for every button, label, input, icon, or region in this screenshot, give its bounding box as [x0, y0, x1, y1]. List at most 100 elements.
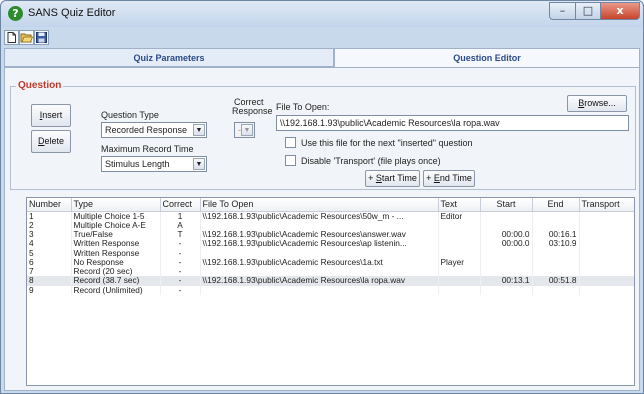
cell-start: 00:00.0 — [480, 239, 533, 249]
open-folder-icon — [20, 33, 33, 43]
cell-correct: - — [160, 257, 201, 267]
cell-correct: A — [160, 220, 201, 230]
cell-text — [438, 229, 481, 240]
cell-number: 6 — [27, 257, 72, 267]
cell-start — [480, 266, 533, 277]
table-row[interactable]: 5 Written Response - — [27, 248, 634, 258]
cell-number: 1 — [27, 211, 72, 221]
cell-number: 3 — [27, 229, 72, 240]
cell-file: \\192.168.1.93\public\Academic Resources… — [200, 257, 439, 267]
cell-type: Written Response — [71, 239, 161, 249]
column-header-text[interactable]: Text — [438, 198, 481, 212]
table-row[interactable]: 1 Multiple Choice 1-5 1 \\192.168.1.93\publ… — [27, 211, 634, 221]
chevron-down-icon[interactable]: ▼ — [241, 124, 253, 136]
file-path-input[interactable]: \\192.168.1.93\public\Academic Resources… — [276, 115, 629, 131]
new-document-button[interactable] — [4, 30, 19, 45]
cell-type: True/False — [71, 229, 161, 240]
maximize-button[interactable]: □ — [575, 2, 601, 20]
cell-end — [532, 248, 580, 258]
cell-text — [438, 239, 481, 249]
end-time-button[interactable]: + End Time — [423, 170, 475, 187]
disable-transport-checkbox[interactable] — [285, 155, 296, 166]
start-time-button[interactable]: + Start Time — [365, 170, 420, 187]
cell-correct: - — [160, 285, 201, 295]
cell-type: Written Response — [71, 248, 161, 258]
use-file-next-label: Use this file for the next "inserted" qu… — [301, 138, 473, 148]
cell-end — [532, 285, 580, 295]
cell-number: 2 — [27, 220, 72, 230]
cell-transport — [579, 257, 634, 267]
column-header-correct[interactable]: Correct — [160, 198, 201, 212]
insert-button[interactable]: Insert — [31, 104, 71, 127]
cell-transport — [579, 276, 634, 286]
question-type-select[interactable]: Recorded Response ▼ — [101, 122, 207, 138]
cell-correct: 1 — [160, 211, 201, 221]
column-header-transport[interactable]: Transport — [579, 198, 634, 212]
cell-text: Editor — [438, 211, 481, 221]
close-button[interactable]: x — [600, 2, 640, 20]
cell-start — [480, 285, 533, 295]
cell-type: Record (Unlimited) — [71, 285, 161, 295]
table-row[interactable]: 8 Record (38.7 sec) - \\192.168.1.93\public… — [27, 276, 634, 286]
title-bar[interactable]: ? SANS Quiz Editor – □ x — [1, 1, 643, 27]
chevron-down-icon[interactable]: ▼ — [193, 158, 205, 170]
cell-correct: - — [160, 248, 201, 258]
browse-label: rowse... — [584, 98, 616, 108]
start-time-prefix: + — [368, 173, 376, 183]
table-row[interactable]: 7 Record (20 sec) - — [27, 266, 634, 277]
delete-label: elete — [44, 136, 65, 146]
question-mark-icon: ? — [8, 6, 23, 21]
cell-end — [532, 266, 580, 277]
max-record-time-select[interactable]: Stimulus Length ▼ — [101, 156, 207, 172]
start-time-label: tart Time — [381, 173, 417, 183]
column-header-type[interactable]: Type — [71, 198, 161, 212]
cell-end: 00:16.1 — [532, 229, 580, 240]
cell-type: No Response — [71, 257, 161, 267]
open-button[interactable] — [19, 30, 34, 45]
quiz-editor-window: ? SANS Quiz Editor – □ x Quiz Parameters… — [0, 0, 644, 394]
cell-type: Multiple Choice 1-5 — [71, 211, 161, 221]
cell-transport — [579, 285, 634, 295]
question-group-title: Question — [16, 80, 64, 91]
end-time-prefix: + — [426, 173, 434, 183]
minimize-button[interactable]: – — [549, 2, 576, 20]
cell-end — [532, 220, 580, 230]
correct-response-select[interactable]: - ▼ — [234, 122, 255, 138]
column-header-number[interactable]: Number — [27, 198, 72, 212]
cell-transport — [579, 229, 634, 240]
file-to-open-label: File To Open: — [276, 102, 330, 112]
table-row[interactable]: 2 Multiple Choice A-E A — [27, 220, 634, 230]
table-row[interactable]: 6 No Response - \\192.168.1.93\public\Acade… — [27, 257, 634, 267]
cell-number: 8 — [27, 276, 72, 286]
cell-file — [200, 285, 439, 295]
question-type-value: Recorded Response — [105, 125, 188, 135]
chevron-down-icon[interactable]: ▼ — [193, 124, 205, 136]
cell-transport — [579, 239, 634, 249]
questions-table[interactable]: Number Type Correct File To Open Text St… — [26, 197, 635, 386]
cell-text: Player — [438, 257, 481, 267]
column-header-end[interactable]: End — [532, 198, 580, 212]
insert-label: nsert — [42, 110, 63, 120]
table-row[interactable]: 3 True/False T \\192.168.1.93\public\Academ… — [27, 229, 634, 240]
cell-text — [438, 248, 481, 258]
disable-transport-label: Disable 'Transport' (file plays once) — [301, 156, 441, 166]
delete-button[interactable]: Delete — [31, 130, 71, 153]
new-document-icon — [7, 32, 16, 43]
tab-question-editor[interactable]: Question Editor — [334, 48, 640, 67]
cell-correct: T — [160, 229, 201, 240]
use-file-next-checkbox[interactable] — [285, 137, 296, 148]
cell-number: 7 — [27, 266, 72, 277]
table-row[interactable]: 4 Written Response - \\192.168.1.93\public\… — [27, 239, 634, 249]
table-header-row: Number Type Correct File To Open Text St… — [27, 198, 634, 212]
cell-transport — [579, 248, 634, 258]
cell-text — [438, 276, 481, 286]
browse-button[interactable]: Browse... — [567, 95, 627, 112]
cell-transport — [579, 266, 634, 277]
table-row[interactable]: 9 Record (Unlimited) - — [27, 285, 634, 295]
column-header-start[interactable]: Start — [480, 198, 533, 212]
correct-response-label-2: Response — [232, 106, 273, 116]
cell-number: 4 — [27, 239, 72, 249]
tab-quiz-parameters[interactable]: Quiz Parameters — [4, 48, 334, 67]
column-header-file[interactable]: File To Open — [200, 198, 439, 212]
save-button[interactable] — [34, 30, 49, 45]
